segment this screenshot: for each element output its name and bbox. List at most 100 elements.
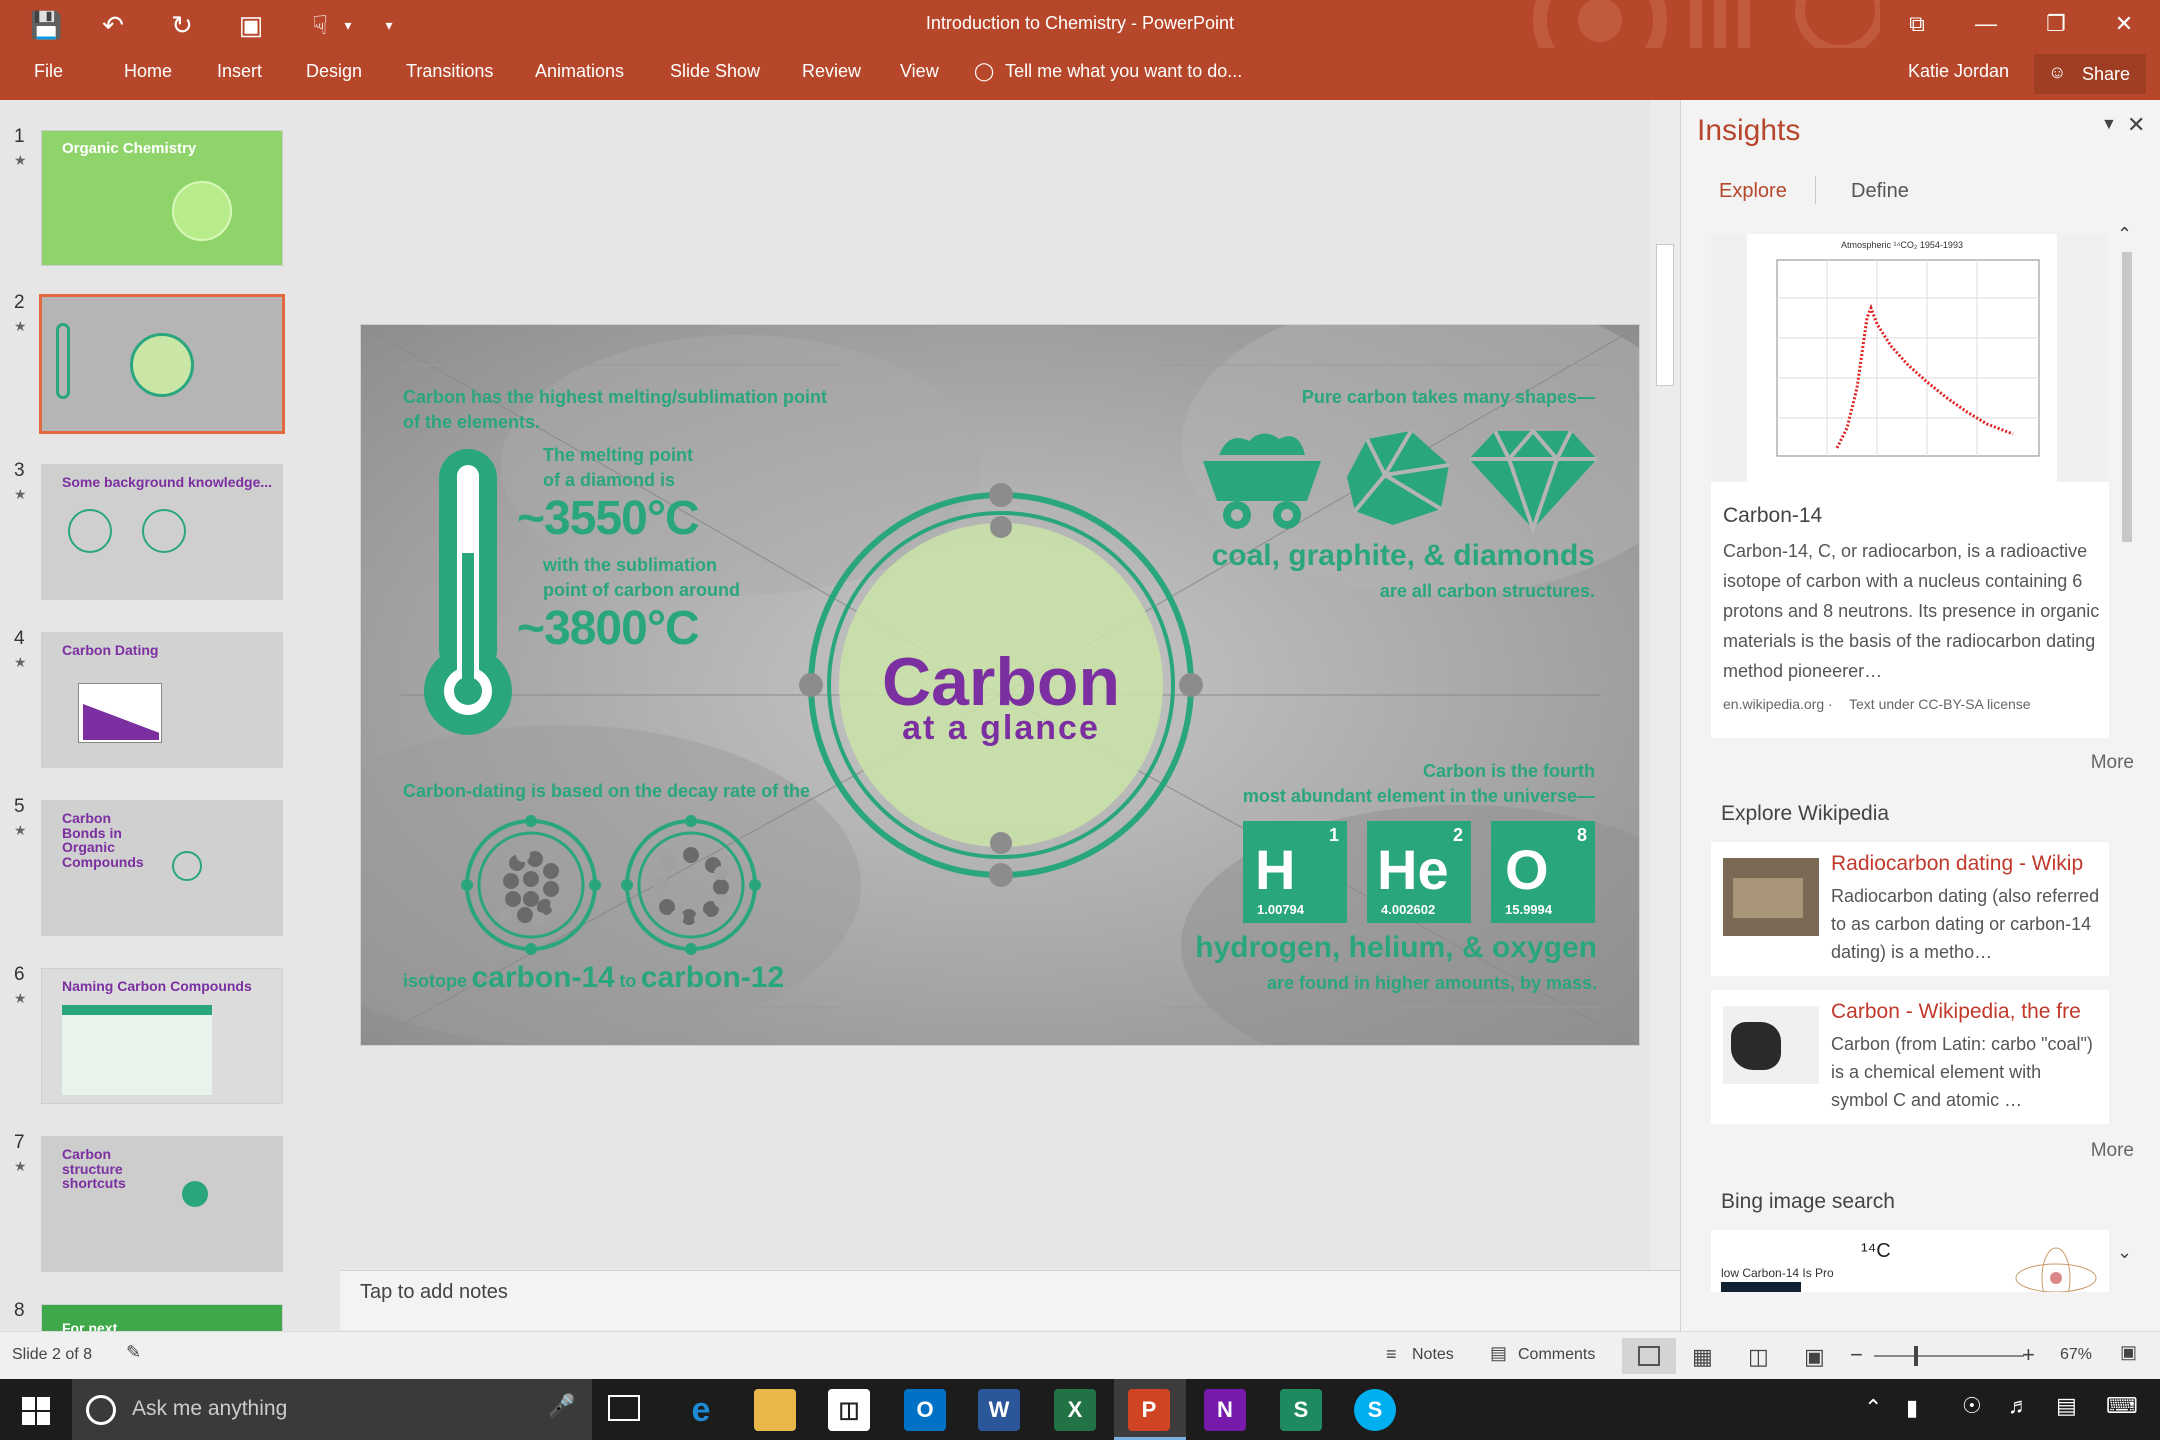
cortana-search-box[interactable]: Ask me anything 🎤 <box>72 1379 592 1440</box>
bing-image[interactable] <box>2011 1238 2101 1292</box>
more-link[interactable]: More <box>2091 1140 2134 1162</box>
slide-scrollbar[interactable] <box>1650 100 1680 1270</box>
zoom-slider[interactable] <box>1874 1355 2024 1357</box>
powerpoint-taskbar-active[interactable]: P <box>1114 1379 1186 1440</box>
element-number: 2 <box>1452 825 1463 845</box>
comments-icon[interactable]: ▤ <box>1490 1343 1507 1364</box>
fit-to-window-icon[interactable]: ▣ <box>2120 1342 2137 1363</box>
zoom-in-icon[interactable]: + <box>2022 1342 2035 1368</box>
onenote-icon[interactable]: N <box>1204 1389 1246 1431</box>
slide-thumbnail-1[interactable]: Organic Chemistry <box>41 130 283 266</box>
excel-icon[interactable]: X <box>1054 1389 1096 1431</box>
slide-show-icon[interactable]: ▣ <box>1804 1344 1825 1370</box>
bing-image[interactable]: low Carbon-14 Is Pro <box>1717 1238 1837 1292</box>
pane-options-icon[interactable]: ▼ <box>2101 116 2117 134</box>
wiki-result[interactable]: Carbon - Wikipedia, the fre Carbon (from… <box>1711 990 2109 1124</box>
share-button[interactable]: ☺ Share <box>2034 54 2146 94</box>
close-pane-icon[interactable]: ✕ <box>2127 112 2145 138</box>
keyboard-icon[interactable]: ⌨ <box>2106 1393 2138 1419</box>
tab-view[interactable]: View <box>900 61 939 82</box>
tab-review[interactable]: Review <box>802 61 861 82</box>
animation-star-icon: ★ <box>14 318 27 334</box>
bing-image[interactable]: ¹⁴C <box>1861 1240 1891 1263</box>
ribbon-tabs: File Home Insert Design Transitions Anim… <box>0 48 2160 100</box>
card-license[interactable]: Text under CC-BY-SA license <box>1849 696 2031 712</box>
tab-slide-show[interactable]: Slide Show <box>670 61 760 82</box>
slide-thumbnail-4[interactable]: Carbon Dating <box>41 632 283 768</box>
slide-thumbnail-8[interactable]: For next <box>41 1304 283 1331</box>
sway-icon[interactable]: S <box>1280 1389 1322 1431</box>
thumbnail-title: Organic Chemistry <box>62 140 197 157</box>
skype-icon[interactable]: S <box>1354 1389 1396 1431</box>
microphone-icon[interactable]: 🎤 <box>548 1393 575 1419</box>
zoom-out-icon[interactable]: − <box>1850 1342 1863 1368</box>
show-hidden-icons[interactable]: ⌃ <box>1864 1395 1882 1421</box>
title-bar: 💾 ↶ ↻ ▣ ☟ ▾ ▾ Introduction to Chemistry … <box>0 0 2160 48</box>
slide-thumbnail-3[interactable]: Some background knowledge... <box>41 464 283 600</box>
tab-transitions[interactable]: Transitions <box>406 61 493 82</box>
action-center-icon[interactable]: ▤ <box>2056 1393 2077 1419</box>
card-source[interactable]: en.wikipedia.org · <box>1723 696 1833 712</box>
minimize-icon[interactable]: — <box>1966 8 2006 40</box>
undo-icon[interactable]: ↶ <box>98 10 128 40</box>
file-explorer-icon[interactable] <box>754 1389 796 1431</box>
windows-start-icon[interactable] <box>22 1397 50 1425</box>
scroll-down-icon[interactable]: ⌄ <box>2117 1242 2132 1263</box>
zoom-level[interactable]: 67% <box>2060 1346 2092 1364</box>
reading-view-icon[interactable]: ◫ <box>1748 1344 1769 1370</box>
slide-thumbnail-2[interactable] <box>39 294 285 434</box>
scrollbar-thumb[interactable] <box>1656 244 1674 386</box>
wifi-icon[interactable]: ☉ <box>1962 1393 1982 1419</box>
wiki-result-title[interactable]: Radiocarbon dating - Wikip <box>1831 852 2101 876</box>
customize-toolbar-icon[interactable]: ▾ <box>374 10 404 40</box>
user-name[interactable]: Katie Jordan <box>1908 61 2009 82</box>
carbon-14-card[interactable]: Atmospheric ¹⁴CO₂ 1954-1993 Carbon-14 Ca… <box>1711 234 2109 738</box>
insights-scrollbar-thumb[interactable] <box>2122 252 2132 542</box>
tab-home[interactable]: Home <box>124 61 172 82</box>
store-icon[interactable]: ◫ <box>828 1389 870 1431</box>
thumbnail-atom <box>142 509 186 553</box>
restore-icon[interactable]: ❐ <box>2036 8 2076 40</box>
main-slide[interactable]: Carbon has the highest melting/sublimati… <box>360 324 1640 1046</box>
bing-image-strip[interactable]: low Carbon-14 Is Pro ¹⁴C <box>1711 1230 2109 1292</box>
thumbnail-title: Carbon Bonds in Organic Compounds <box>62 810 144 871</box>
word-icon[interactable]: W <box>978 1389 1020 1431</box>
tab-design[interactable]: Design <box>306 61 362 82</box>
notes-icon[interactable]: ≡ <box>1386 1344 1397 1365</box>
scroll-up-icon[interactable]: ⌃ <box>2117 224 2132 245</box>
presentation-icon[interactable]: ▣ <box>236 10 266 40</box>
touch-mode-icon[interactable]: ☟ <box>305 10 335 40</box>
ribbon-display-options-icon[interactable]: ⧉ <box>1897 8 1937 40</box>
slide-thumbnail-7[interactable]: Carbon structure shortcuts <box>41 1136 283 1272</box>
battery-icon[interactable]: ▮ <box>1906 1395 1918 1421</box>
notes-pane[interactable]: Tap to add notes <box>340 1270 1680 1330</box>
tab-animations[interactable]: Animations <box>535 61 624 82</box>
comments-toggle[interactable]: Comments <box>1518 1346 1595 1364</box>
spell-check-icon[interactable]: ✎ <box>126 1342 141 1363</box>
notes-toggle[interactable]: Notes <box>1412 1346 1454 1364</box>
tab-explore[interactable]: Explore <box>1719 180 1787 203</box>
abundant-label-2: most abundant element in the universe— <box>1242 786 1595 806</box>
tab-file[interactable]: File <box>34 61 63 82</box>
lightbulb-icon: ◯ <box>974 61 995 81</box>
slide-thumbnail-5[interactable]: Carbon Bonds in Organic Compounds <box>41 800 283 936</box>
volume-icon[interactable]: ♬ <box>2008 1393 2030 1419</box>
slide-sorter-icon[interactable]: ▦ <box>1692 1344 1713 1370</box>
slide-thumbnail-6[interactable]: Naming Carbon Compounds <box>41 968 283 1104</box>
normal-view-button[interactable] <box>1622 1338 1676 1374</box>
tell-me-box[interactable]: ◯ Tell me what you want to do... <box>974 61 1242 82</box>
more-link[interactable]: More <box>2091 752 2134 774</box>
outlook-icon[interactable]: O <box>904 1389 946 1431</box>
thumbnail-number: 4 <box>14 628 25 649</box>
chevron-down-icon[interactable]: ▾ <box>333 10 363 40</box>
close-icon[interactable]: ✕ <box>2104 8 2144 40</box>
zoom-slider-thumb[interactable] <box>1914 1346 1918 1366</box>
task-view-icon[interactable] <box>608 1395 640 1421</box>
tab-define[interactable]: Define <box>1851 180 1909 203</box>
redo-icon[interactable]: ↻ <box>167 10 197 40</box>
edge-icon[interactable]: e <box>680 1389 722 1431</box>
wiki-result-title[interactable]: Carbon - Wikipedia, the fre <box>1831 1000 2101 1024</box>
wiki-result[interactable]: Radiocarbon dating - Wikip Radiocarbon d… <box>1711 842 2109 976</box>
tab-insert[interactable]: Insert <box>217 61 262 82</box>
save-icon[interactable]: 💾 <box>30 10 62 40</box>
